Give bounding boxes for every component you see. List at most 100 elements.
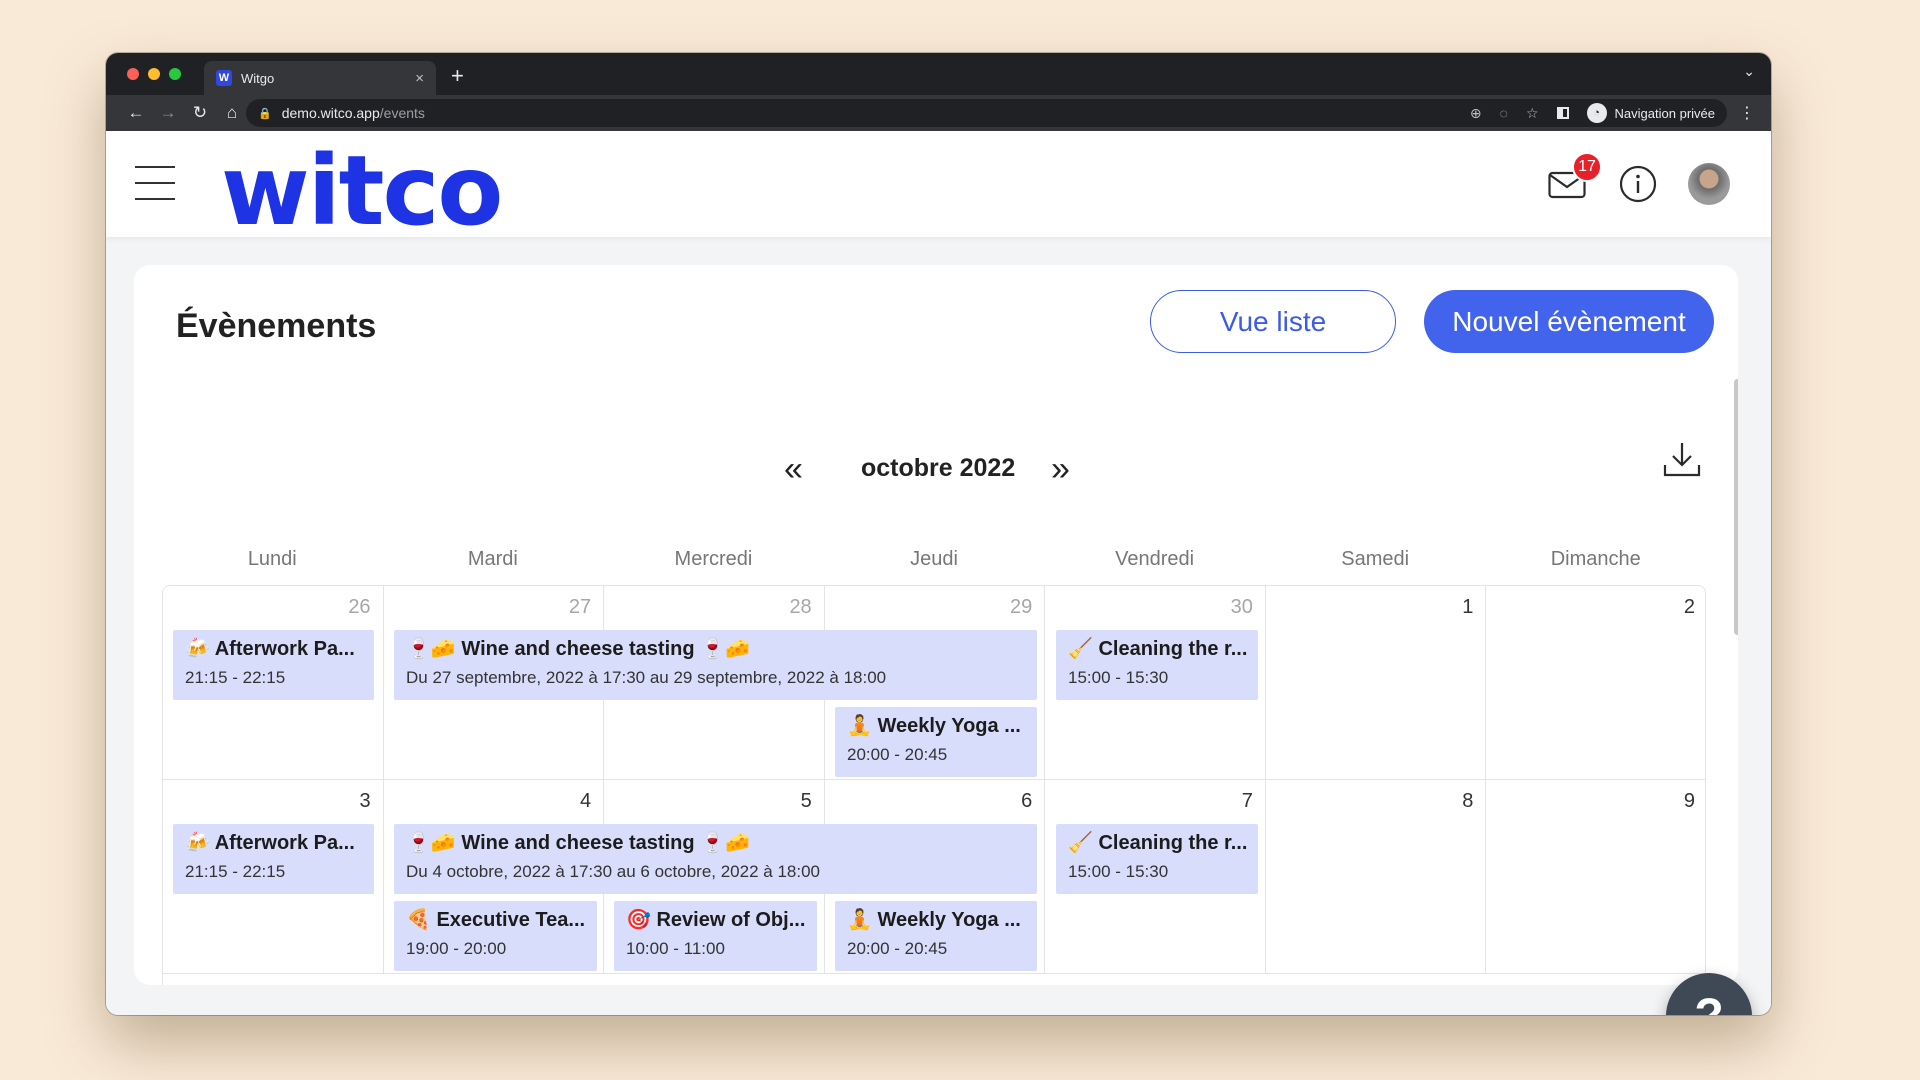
event-title: 🎯 Review of Obj... <box>626 909 806 931</box>
app-header: witco 17 <box>106 131 1771 239</box>
eye-off-icon[interactable]: ◌ <box>1500 105 1508 121</box>
weekday-label: Mercredi <box>674 548 753 570</box>
private-mode-badge[interactable]: ◔ Navigation privée <box>1586 103 1715 123</box>
day-number: 30 <box>1230 596 1253 618</box>
lock-icon[interactable]: 🔒 <box>258 107 272 120</box>
tab-search-chevron-icon[interactable]: ⌄ <box>1743 63 1755 80</box>
event-time: 19:00 - 20:00 <box>406 939 507 958</box>
event-title: 🍕 Executive Tea... <box>406 909 586 931</box>
day-cell[interactable]: 1 <box>1266 586 1487 779</box>
day-number: 26 <box>348 596 371 618</box>
witco-logo[interactable]: witco <box>221 143 503 239</box>
day-number: 28 <box>789 596 812 618</box>
browser-window: W Witgo × + ⌄ ← → ↻ ⌂ 🔒 demo.witco.app/e… <box>106 53 1771 1015</box>
weekday-label: Samedi <box>1341 548 1410 570</box>
day-number: 6 <box>1021 790 1033 812</box>
event-title: 🧘 Weekly Yoga ... <box>847 909 1021 931</box>
day-number: 3 <box>359 790 371 812</box>
browser-toolbar: ← → ↻ ⌂ 🔒 demo.witco.app/events ⊕ ◌ ☆ ◔ … <box>106 95 1771 131</box>
event-time: 15:00 - 15:30 <box>1068 862 1169 881</box>
tab-title: Witgo <box>241 70 275 86</box>
event-cleaning[interactable]: 🧹 Cleaning the r... 15:00 - 15:30 <box>1056 630 1258 700</box>
day-number: 8 <box>1462 790 1474 812</box>
list-view-button[interactable]: Vue liste <box>1150 290 1396 353</box>
bookmark-star-icon[interactable]: ☆ <box>1526 105 1539 122</box>
event-title: 🍷🧀 Wine and cheese tasting 🍷🧀 <box>406 638 750 660</box>
event-time: Du 27 septembre, 2022 à 17:30 au 29 sept… <box>406 668 887 687</box>
event-wine-cheese[interactable]: 🍷🧀 Wine and cheese tasting 🍷🧀 Du 4 octob… <box>394 824 1037 894</box>
event-time: 21:15 - 22:15 <box>185 862 286 881</box>
day-cell[interactable]: 9 <box>1486 780 1705 973</box>
weekday-label: Jeudi <box>910 548 958 570</box>
current-month-label: octobre 2022 <box>861 454 1016 482</box>
page-title: Évènements <box>176 307 377 345</box>
event-time: 20:00 - 20:45 <box>847 745 948 764</box>
url-host: demo.witco.app <box>281 105 380 121</box>
event-title: 🍻 Afterwork Pa... <box>185 832 355 854</box>
event-title: 🍻 Afterwork Pa... <box>185 638 355 660</box>
weekday-header: Lundi Mardi Mercredi Jeudi Vendredi Same… <box>162 548 1706 571</box>
previous-month-icon[interactable]: « <box>784 450 803 489</box>
event-time: Du 4 octobre, 2022 à 17:30 au 6 octobre,… <box>406 862 820 881</box>
event-weekly-yoga[interactable]: 🧘 Weekly Yoga ... 20:00 - 20:45 <box>835 707 1037 777</box>
favicon-icon: W <box>216 70 232 86</box>
day-number: 1 <box>1462 596 1474 618</box>
reload-icon[interactable]: ↻ <box>184 103 216 123</box>
calendar-grid: 26 27 28 29 30 1 2 🍻 Afterwork Pa... 21:… <box>162 585 1706 985</box>
browser-menu-icon[interactable]: ⋮ <box>1739 103 1755 123</box>
back-icon[interactable]: ← <box>120 103 152 123</box>
event-weekly-yoga[interactable]: 🧘 Weekly Yoga ... 20:00 - 20:45 <box>835 901 1037 971</box>
month-navigation: « octobre 2022 » <box>134 450 1738 490</box>
event-review-objectives[interactable]: 🎯 Review of Obj... 10:00 - 11:00 <box>614 901 817 971</box>
close-window-button[interactable] <box>127 68 139 80</box>
info-icon[interactable] <box>1619 165 1657 203</box>
hamburger-menu-icon[interactable] <box>135 166 175 200</box>
calendar-week: 26 27 28 29 30 1 2 🍻 Afterwork Pa... 21:… <box>163 586 1705 780</box>
maximize-window-button[interactable] <box>169 68 181 80</box>
event-wine-cheese[interactable]: 🍷🧀 Wine and cheese tasting 🍷🧀 Du 27 sept… <box>394 630 1037 700</box>
download-icon[interactable] <box>1662 439 1702 479</box>
new-event-button[interactable]: Nouvel évènement <box>1424 290 1714 353</box>
weekday-label: Mardi <box>467 548 518 570</box>
day-cell[interactable]: 2 <box>1486 586 1705 779</box>
event-time: 15:00 - 15:30 <box>1068 668 1169 687</box>
day-number: 2 <box>1683 596 1695 618</box>
day-number: 5 <box>800 790 812 812</box>
event-time: 20:00 - 20:45 <box>847 939 948 958</box>
events-card: Évènements Vue liste Nouvel évènement « … <box>134 265 1738 985</box>
scrollbar[interactable] <box>1734 379 1738 635</box>
event-title: 🧘 Weekly Yoga ... <box>847 715 1021 737</box>
private-label: Navigation privée <box>1614 105 1715 121</box>
event-executive-team[interactable]: 🍕 Executive Tea... 19:00 - 20:00 <box>394 901 597 971</box>
event-afterwork[interactable]: 🍻 Afterwork Pa... 21:15 - 22:15 <box>173 824 374 894</box>
next-month-icon[interactable]: » <box>1051 450 1070 489</box>
event-afterwork[interactable]: 🍻 Afterwork Pa... 21:15 - 22:15 <box>173 630 374 700</box>
app-area: witco 17 Évènements Vue liste Nouvel évè… <box>106 131 1771 1015</box>
day-number: 27 <box>568 596 592 618</box>
mail-count-badge: 17 <box>1572 152 1602 182</box>
weekday-label: Vendredi <box>1115 548 1195 570</box>
calendar-week: 3 4 5 6 7 8 9 🍻 Afterwork Pa... 21:15 - … <box>163 780 1705 974</box>
event-title: 🍷🧀 Wine and cheese tasting 🍷🧀 <box>406 832 750 854</box>
close-tab-icon[interactable]: × <box>415 70 424 87</box>
day-number: 4 <box>580 790 592 812</box>
event-cleaning[interactable]: 🧹 Cleaning the r... 15:00 - 15:30 <box>1056 824 1258 894</box>
window-controls <box>127 68 181 80</box>
day-cell[interactable]: 8 <box>1266 780 1487 973</box>
new-tab-button[interactable]: + <box>451 63 464 89</box>
forward-icon[interactable]: → <box>152 103 184 123</box>
incognito-icon: ◔ <box>1586 103 1607 123</box>
address-bar[interactable]: 🔒 demo.witco.app/events ⊕ ◌ ☆ ◔ Navigati… <box>246 99 1727 127</box>
weekday-label: Lundi <box>247 548 297 570</box>
home-icon[interactable]: ⌂ <box>216 103 248 123</box>
browser-tab[interactable]: W Witgo × <box>204 61 436 95</box>
minimize-window-button[interactable] <box>148 68 160 80</box>
user-avatar[interactable] <box>1688 163 1730 205</box>
event-time: 10:00 - 11:00 <box>626 939 725 958</box>
event-time: 21:15 - 22:15 <box>185 668 286 687</box>
event-title: 🧹 Cleaning the r... <box>1068 638 1248 660</box>
url-path: /events <box>379 105 425 121</box>
zoom-icon[interactable]: ⊕ <box>1470 105 1482 122</box>
day-number: 9 <box>1683 790 1695 812</box>
side-panel-icon[interactable] <box>1556 107 1569 119</box>
